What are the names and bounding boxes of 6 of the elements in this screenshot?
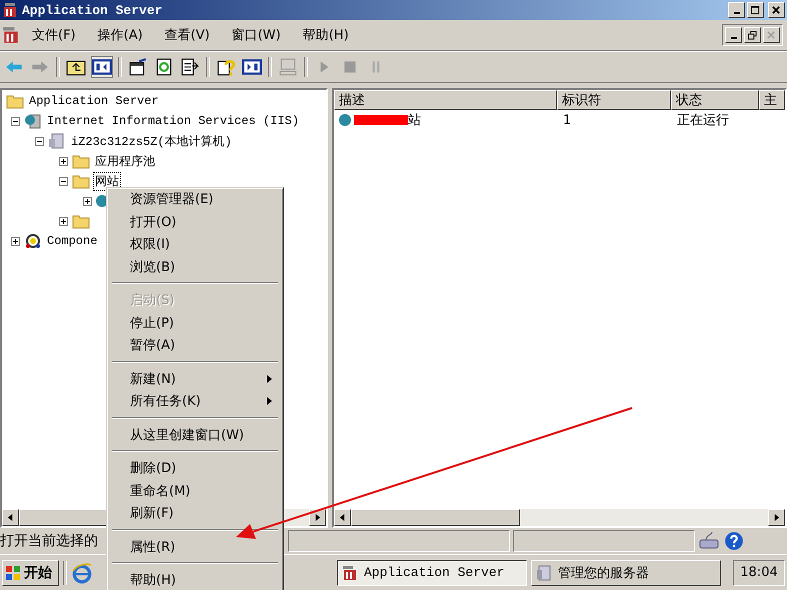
table-cell-text: 正在运行 <box>676 112 730 129</box>
window-title: Application Server <box>22 2 162 18</box>
status-text: 打开当前选择的 <box>0 533 98 549</box>
table-cell-text: 站 <box>408 112 421 129</box>
clock: 18:04 <box>733 560 785 586</box>
table-cell-text: 1 <box>562 112 572 128</box>
